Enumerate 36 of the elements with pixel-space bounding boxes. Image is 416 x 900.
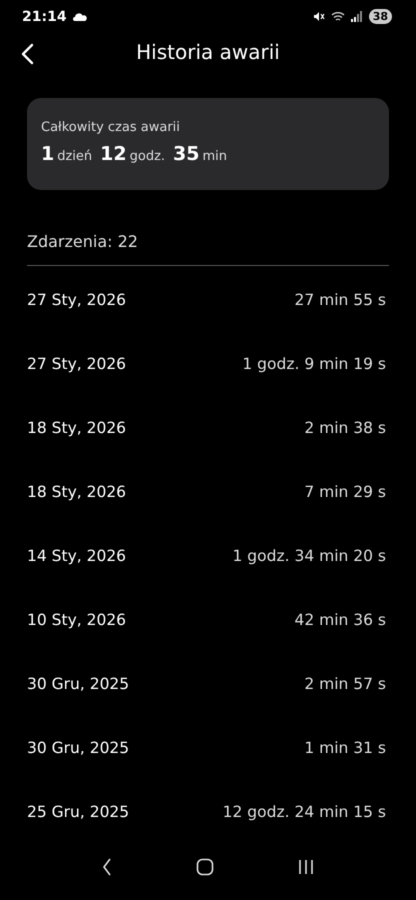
event-duration: 1 min 31 s xyxy=(304,738,386,757)
recents-nav-icon[interactable] xyxy=(298,858,314,875)
events-count: Zdarzenia: 22 xyxy=(27,232,139,251)
summary-label: Całkowity czas awarii xyxy=(41,120,181,135)
event-date: 18 Sty, 2026 xyxy=(27,418,126,437)
page-title: Historia awarii xyxy=(136,40,280,64)
back-nav-icon[interactable] xyxy=(102,858,112,876)
event-date: 27 Sty, 2026 xyxy=(27,290,126,309)
event-duration: 2 min 57 s xyxy=(304,674,386,693)
event-duration: 1 godz. 9 min 19 s xyxy=(242,354,386,373)
event-duration: 27 min 55 s xyxy=(294,290,386,309)
total-value: 12 xyxy=(100,142,127,165)
event-duration: 12 godz. 24 min 15 s xyxy=(222,802,386,821)
total-value: 35 xyxy=(173,142,200,165)
total-unit: min xyxy=(202,148,228,164)
wifi-icon xyxy=(330,11,345,22)
event-date: 18 Sty, 2026 xyxy=(27,482,126,501)
event-date: 14 Sty, 2026 xyxy=(27,546,126,565)
event-date: 30 Gru, 2025 xyxy=(27,674,130,693)
signal-icon xyxy=(350,11,363,22)
event-date: 10 Sty, 2026 xyxy=(27,610,126,629)
event-date: 25 Gru, 2025 xyxy=(27,802,130,821)
total-unit: dzień xyxy=(57,148,92,164)
total-value: 1 xyxy=(41,142,54,165)
event-duration: 42 min 36 s xyxy=(294,610,386,629)
total-unit: godz. xyxy=(130,148,166,164)
event-duration: 7 min 29 s xyxy=(304,482,386,501)
home-nav-icon[interactable] xyxy=(196,858,214,876)
status-time: 21:14 xyxy=(22,8,67,25)
mute-icon xyxy=(312,11,325,22)
event-duration: 1 godz. 34 min 20 s xyxy=(232,546,386,565)
event-duration: 2 min 38 s xyxy=(304,418,386,437)
event-date: 27 Sty, 2026 xyxy=(27,354,126,373)
battery-level: 38 xyxy=(368,9,392,24)
cloud-icon xyxy=(72,12,87,21)
event-date: 30 Gru, 2025 xyxy=(27,738,130,757)
